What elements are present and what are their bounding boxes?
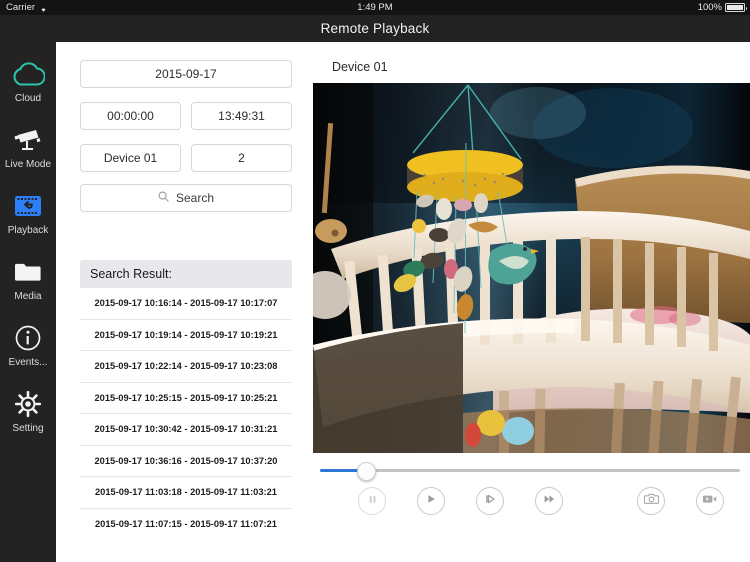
transport-controls [310, 487, 750, 527]
camera-icon [643, 492, 659, 510]
search-button[interactable]: Search [80, 184, 292, 212]
slider-track [320, 469, 740, 472]
page-title: Remote Playback [320, 21, 430, 36]
result-row[interactable]: 2015-09-17 10:22:14 - 2015-09-17 10:23:0… [80, 351, 292, 383]
result-row[interactable]: 2015-09-17 10:16:14 - 2015-09-17 10:17:0… [80, 288, 292, 320]
battery-percent-label: 100% [697, 2, 722, 13]
play-icon [425, 492, 437, 510]
sidebar-label-events: Media [14, 290, 42, 302]
fast-forward-button[interactable] [535, 487, 563, 515]
app-screen: Carrier 1:49 PM 100% Remote Playback Clo… [0, 0, 750, 562]
search-result-list: 2015-09-17 10:16:14 - 2015-09-17 10:17:0… [80, 288, 292, 540]
playback-film-icon [13, 191, 43, 221]
info-circle-icon [14, 323, 42, 353]
search-result-header: Search Result: [80, 260, 292, 288]
record-button[interactable] [696, 487, 724, 515]
result-row[interactable]: 2015-09-17 10:25:15 - 2015-09-17 10:25:2… [80, 383, 292, 414]
folder-icon [13, 257, 43, 287]
pause-button[interactable] [358, 487, 386, 515]
step-forward-button[interactable] [476, 487, 504, 515]
sidebar-item-playback[interactable]: Playback [0, 180, 56, 246]
cctv-camera-icon [12, 125, 44, 155]
gear-icon [13, 389, 43, 419]
sidebar-item-setting[interactable]: Setting [0, 378, 56, 444]
date-field[interactable]: 2015-09-17 [80, 60, 292, 88]
playback-progress-slider[interactable] [320, 462, 740, 481]
navigation-bar: Remote Playback [0, 15, 750, 42]
result-row[interactable]: 2015-09-17 11:07:15 - 2015-09-17 11:07:2… [80, 509, 292, 541]
video-feed[interactable] [313, 83, 750, 453]
slider-thumb[interactable] [357, 462, 376, 481]
result-row[interactable]: 2015-09-17 10:30:42 - 2015-09-17 10:31:2… [80, 414, 292, 446]
player-panel: Device 01 [310, 42, 750, 562]
sidebar-item-events[interactable]: Events... [0, 312, 56, 378]
end-time-field[interactable]: 13:49:31 [191, 102, 292, 130]
result-row[interactable]: 2015-09-17 10:19:14 - 2015-09-17 10:19:2… [80, 320, 292, 351]
search-icon [158, 191, 169, 205]
result-row[interactable]: 2015-09-17 11:03:18 - 2015-09-17 11:03:2… [80, 477, 292, 509]
status-bar: Carrier 1:49 PM 100% [0, 0, 750, 15]
result-row[interactable]: 2015-09-17 10:36:16 - 2015-09-17 10:37:2… [80, 446, 292, 477]
channel-field[interactable]: 2 [191, 144, 292, 172]
cloud-icon [11, 59, 45, 89]
search-panel: 2015-09-17 00:00:00 13:49:31 Device 01 2… [56, 42, 310, 562]
sidebar: Cloud Live Mode Playback Media Events...… [0, 42, 56, 562]
play-button[interactable] [417, 487, 445, 515]
snapshot-button[interactable] [637, 487, 665, 515]
device-title: Device 01 [332, 60, 388, 74]
sidebar-label-playback: Playback [7, 224, 49, 236]
sidebar-label-media: Events... [8, 356, 48, 368]
sidebar-label-cloud: Cloud [14, 92, 42, 104]
status-bar-right: 100% [697, 2, 747, 13]
device-field[interactable]: Device 01 [80, 144, 181, 172]
video-camera-icon [702, 492, 718, 510]
sidebar-label-setting: Setting [12, 422, 44, 434]
sidebar-item-media[interactable]: Media [0, 246, 56, 312]
fast-forward-icon [543, 492, 556, 510]
sidebar-label-live-mode: Live Mode [4, 158, 52, 170]
battery-full-icon [725, 3, 747, 12]
pause-icon [367, 492, 378, 510]
start-time-field[interactable]: 00:00:00 [80, 102, 181, 130]
sidebar-item-cloud[interactable]: Cloud [0, 48, 56, 114]
status-bar-clock: 1:49 PM [357, 2, 393, 13]
search-button-label: Search [175, 191, 215, 205]
step-forward-icon [484, 492, 496, 510]
sidebar-item-live-mode[interactable]: Live Mode [0, 114, 56, 180]
